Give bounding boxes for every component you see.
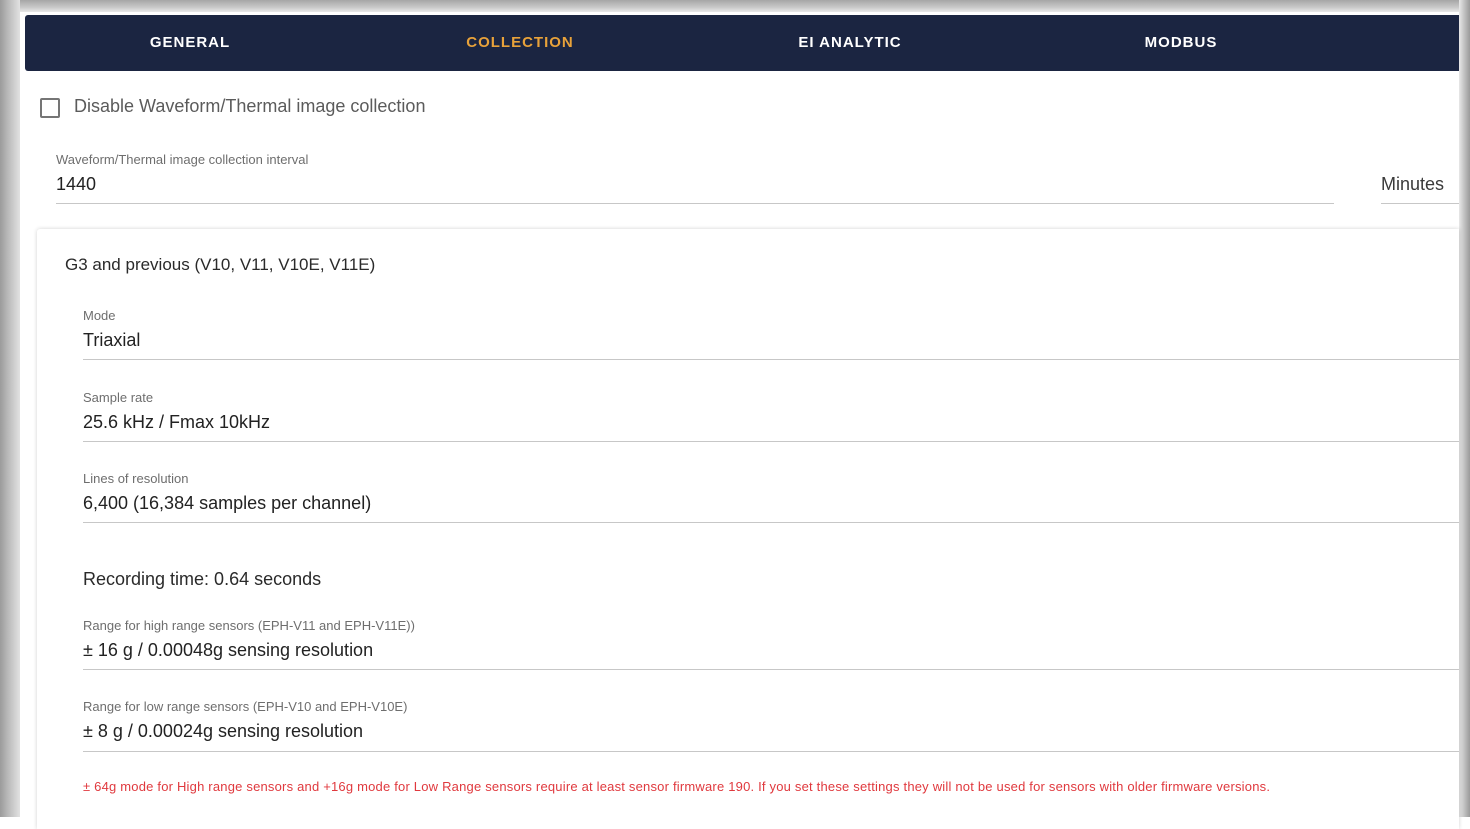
disable-collection-label: Disable Waveform/Thermal image collectio… [74,96,426,116]
window-frame-top [0,0,1470,12]
mode-label: Mode [83,308,116,323]
recording-time-text: Recording time: 0.64 seconds [83,569,322,589]
high-range-value: ± 16 g / 0.00048g sensing resolution [83,640,374,660]
low-range-label: Range for low range sensors (EPH-V10 and… [83,699,408,714]
sample-rate-value: 25.6 kHz / Fmax 10kHz [83,412,271,432]
lines-of-resolution-value: 6,400 (16,384 samples per channel) [83,493,372,513]
tab-modbus[interactable]: MODBUS [1016,15,1346,71]
sample-rate-select[interactable]: Sample rate 25.6 kHz / Fmax 10kHz [83,388,1459,442]
mode-value: Triaxial [83,330,141,350]
firmware-warning-text: ± 64g mode for High range sensors and +1… [83,779,1271,794]
high-range-select[interactable]: Range for high range sensors (EPH-V11 an… [83,616,1459,670]
interval-unit: Minutes [1381,174,1445,194]
window-frame-left [0,0,20,817]
interval-input[interactable]: 1440 [56,174,96,195]
g3-section-title: G3 and previous (V10, V11, V10E, V11E) [65,255,376,274]
sample-rate-label: Sample rate [83,390,154,405]
interval-unit-field[interactable]: Minutes [1381,150,1459,204]
mode-select[interactable]: Mode Triaxial [83,306,1459,360]
interval-label: Waveform/Thermal image collection interv… [56,152,309,167]
window-frame-right [1459,0,1470,817]
low-range-value: ± 8 g / 0.00024g sensing resolution [83,721,364,741]
lines-of-resolution-label: Lines of resolution [83,471,189,486]
low-range-select[interactable]: Range for low range sensors (EPH-V10 and… [83,697,1459,752]
tab-collection[interactable]: COLLECTION [355,15,685,71]
tab-ei-analytic[interactable]: EI ANALYTIC [685,15,1015,71]
disable-collection-checkbox[interactable] [40,98,60,118]
high-range-label: Range for high range sensors (EPH-V11 an… [83,618,415,633]
tab-bar: GENERAL COLLECTION EI ANALYTIC MODBUS [25,15,1459,71]
tab-general[interactable]: GENERAL [25,15,355,71]
lines-of-resolution-select[interactable]: Lines of resolution 6,400 (16,384 sample… [83,469,1459,523]
interval-field[interactable]: Waveform/Thermal image collection interv… [56,150,1334,204]
